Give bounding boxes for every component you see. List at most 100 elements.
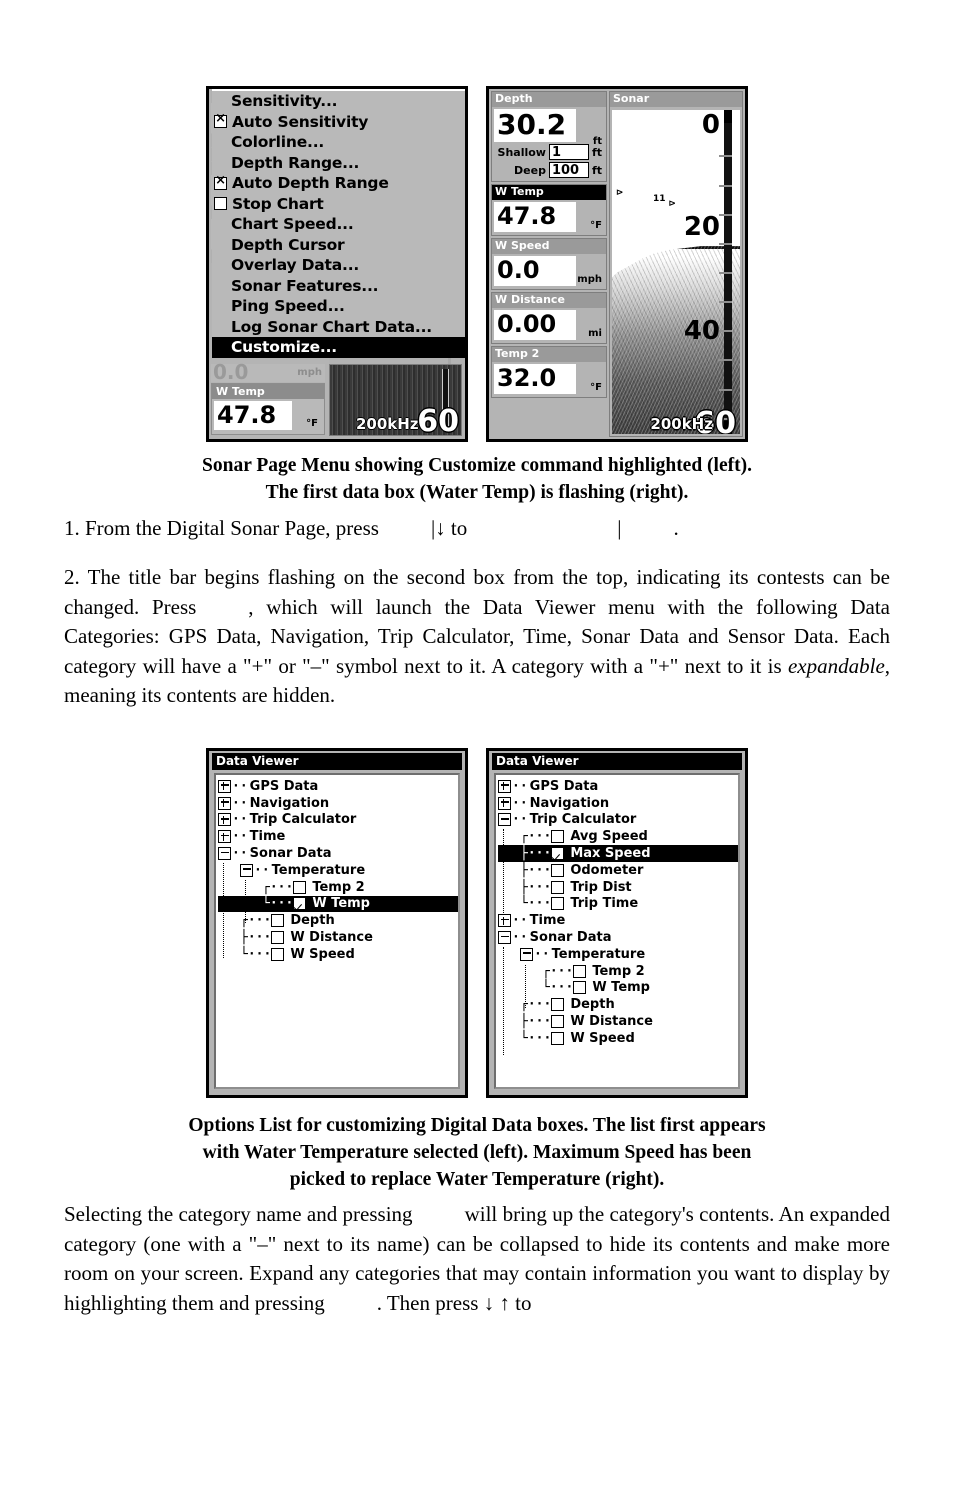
sonar-depth-scale <box>719 110 732 434</box>
checkbox-icon[interactable] <box>551 830 565 844</box>
checkbox-icon[interactable] <box>271 931 285 945</box>
water-temp-box-body: 47.8 °F <box>492 200 606 235</box>
menu-item-depth-cursor[interactable]: Depth Cursor <box>212 235 465 256</box>
menu-item-customize[interactable]: Customize... <box>212 337 465 358</box>
menu-item-depth-range[interactable]: Depth Range... <box>212 153 465 174</box>
temp2-data-box[interactable]: Temp 2 32.0 °F <box>491 346 607 398</box>
checkbox-icon-checked[interactable] <box>551 847 565 861</box>
tree-node-gps-data[interactable]: ·· GPS Data <box>218 778 458 795</box>
checkbox-icon[interactable] <box>271 947 285 961</box>
checkbox-icon[interactable] <box>551 880 565 894</box>
tree-node-trip-calculator[interactable]: ·· Trip Calculator <box>498 812 738 829</box>
tree-node-sonar-data[interactable]: ·· Sonar Data <box>218 845 458 862</box>
max-depth-label: 60 <box>417 404 459 436</box>
tree-node-trip-time[interactable]: └··· Trip Time <box>498 896 738 913</box>
water-distance-box-body: 0.00 mi <box>492 308 606 343</box>
menu-item-sonar-features[interactable]: Sonar Features... <box>212 276 465 297</box>
sonar-scale-20: 20 <box>683 212 720 242</box>
water-temp-data-box[interactable]: W Temp 47.8 °F <box>491 184 607 236</box>
menu-item-colorline[interactable]: Colorline... <box>212 132 465 153</box>
checkbox-icon[interactable] <box>271 914 285 928</box>
shallow-input[interactable] <box>548 144 589 160</box>
depth-box-body: 30.2 ft Shallow ft Deep ft <box>492 107 606 181</box>
data-viewer-tree-right[interactable]: ·· GPS Data ·· Navigation ·· Trip Calculato… <box>494 773 740 1089</box>
sonar-page-menu[interactable]: Sensitivity... Auto Sensitivity Colorlin… <box>212 89 465 358</box>
menu-item-auto-sensitivity[interactable]: Auto Sensitivity <box>212 112 465 133</box>
expand-plus-icon[interactable] <box>498 914 511 928</box>
collapse-minus-icon[interactable] <box>240 863 253 877</box>
menu-item-auto-depth-range[interactable]: Auto Depth Range <box>212 173 465 194</box>
tree-node-trip-dist[interactable]: ├··· Trip Dist <box>498 879 738 896</box>
tree-node-label: Depth <box>570 997 615 1013</box>
checkbox-icon[interactable] <box>573 964 587 978</box>
checkbox-icon-checked[interactable] <box>293 897 307 911</box>
water-speed-data-box[interactable]: W Speed 0.0 mph <box>491 238 607 290</box>
collapse-minus-icon[interactable] <box>520 947 533 961</box>
tree-node-w-temp[interactable]: └··· W Temp <box>498 980 738 997</box>
shallow-alarm-row[interactable]: Shallow ft <box>494 144 604 160</box>
tree-node-temperature[interactable]: ·· Temperature <box>498 946 738 963</box>
depth-data-box[interactable]: Depth 30.2 ft Shallow ft Deep ft <box>491 91 607 182</box>
checkbox-icon[interactable] <box>573 981 587 995</box>
checkbox-icon[interactable] <box>293 880 307 894</box>
tree-node-trip-calculator[interactable]: ·· Trip Calculator <box>218 812 458 829</box>
closing-paragraph: Selecting the category name and pressing… <box>64 1200 890 1318</box>
expand-plus-icon[interactable] <box>218 796 231 810</box>
collapse-minus-icon[interactable] <box>218 847 231 861</box>
tree-node-avg-speed[interactable]: ┌··· Avg Speed <box>498 828 738 845</box>
checkbox-icon[interactable] <box>551 1031 565 1045</box>
tree-node-w-distance[interactable]: ├··· W Distance <box>498 1013 738 1030</box>
tree-node-w-speed[interactable]: └··· W Speed <box>218 946 458 963</box>
menu-item-label: Sensitivity... <box>231 92 338 111</box>
tree-node-depth[interactable]: ┌··· Depth <box>218 912 458 929</box>
dimmed-speed-unit: mph <box>297 367 322 378</box>
tree-node-odometer[interactable]: ├··· Odometer <box>498 862 738 879</box>
checkbox-icon[interactable] <box>214 112 227 129</box>
tree-vertical-line <box>525 965 526 1008</box>
tree-node-navigation[interactable]: ·· Navigation <box>218 795 458 812</box>
expand-plus-icon[interactable] <box>498 796 511 810</box>
tree-node-temp-2[interactable]: ┌··· Temp 2 <box>498 963 738 980</box>
tree-node-temperature[interactable]: ·· Temperature <box>218 862 458 879</box>
tree-node-label: Temperature <box>271 862 366 878</box>
checkbox-icon[interactable] <box>214 197 227 211</box>
menu-item-overlay-data[interactable]: Overlay Data... <box>212 255 465 276</box>
expand-plus-icon[interactable] <box>498 779 511 793</box>
tree-node-time[interactable]: ·· Time <box>498 912 738 929</box>
tree-node-w-temp[interactable]: └··· W Temp <box>218 895 458 913</box>
tree-node-time[interactable]: ·· Time <box>218 828 458 845</box>
checkbox-icon[interactable] <box>551 1015 565 1029</box>
deep-alarm-row[interactable]: Deep ft <box>494 162 604 178</box>
checkbox-icon[interactable] <box>214 174 227 190</box>
step-2-paragraph: 2. The title bar begins flashing on the … <box>64 563 890 711</box>
water-distance-value: 0.00 <box>494 310 576 340</box>
tree-node-navigation[interactable]: ·· Navigation <box>498 795 738 812</box>
tree-node-temp-2[interactable]: ┌··· Temp 2 <box>218 879 458 896</box>
tree-node-sonar-data[interactable]: ·· Sonar Data <box>498 929 738 946</box>
tree-node-depth[interactable]: ┌··· Depth <box>498 996 738 1013</box>
temp2-box-body: 32.0 °F <box>492 362 606 397</box>
deep-input[interactable] <box>548 162 589 178</box>
tree-node-label: Sonar Data <box>529 930 612 946</box>
checkbox-icon[interactable] <box>551 998 565 1012</box>
menu-item-sensitivity[interactable]: Sensitivity... <box>212 91 465 112</box>
checkbox-icon[interactable] <box>551 897 565 911</box>
expand-plus-icon[interactable] <box>218 830 231 844</box>
data-viewer-tree-left[interactable]: ·· GPS Data ·· Navigation ·· Trip Calculato… <box>214 773 460 1089</box>
tree-node-max-speed[interactable]: ├··· Max Speed <box>498 845 738 862</box>
menu-item-log-sonar-chart-data[interactable]: Log Sonar Chart Data... <box>212 317 465 338</box>
collapse-minus-icon[interactable] <box>498 931 511 945</box>
tree-node-label: W Speed <box>570 1030 635 1046</box>
tree-node-w-speed[interactable]: └··· W Speed <box>498 1030 738 1047</box>
menu-item-ping-speed[interactable]: Ping Speed... <box>212 296 465 317</box>
expand-plus-icon[interactable] <box>218 779 231 793</box>
menu-item-chart-speed[interactable]: Chart Speed... <box>212 214 465 235</box>
collapse-minus-icon[interactable] <box>498 813 511 827</box>
expand-plus-icon[interactable] <box>218 813 231 827</box>
water-distance-data-box[interactable]: W Distance 0.00 mi <box>491 292 607 344</box>
tree-connector-icon: ·· <box>232 778 248 794</box>
menu-item-stop-chart[interactable]: Stop Chart <box>212 194 465 215</box>
checkbox-icon[interactable] <box>551 863 565 877</box>
tree-node-w-distance[interactable]: ├··· W Distance <box>218 929 458 946</box>
tree-node-gps-data[interactable]: ·· GPS Data <box>498 778 738 795</box>
